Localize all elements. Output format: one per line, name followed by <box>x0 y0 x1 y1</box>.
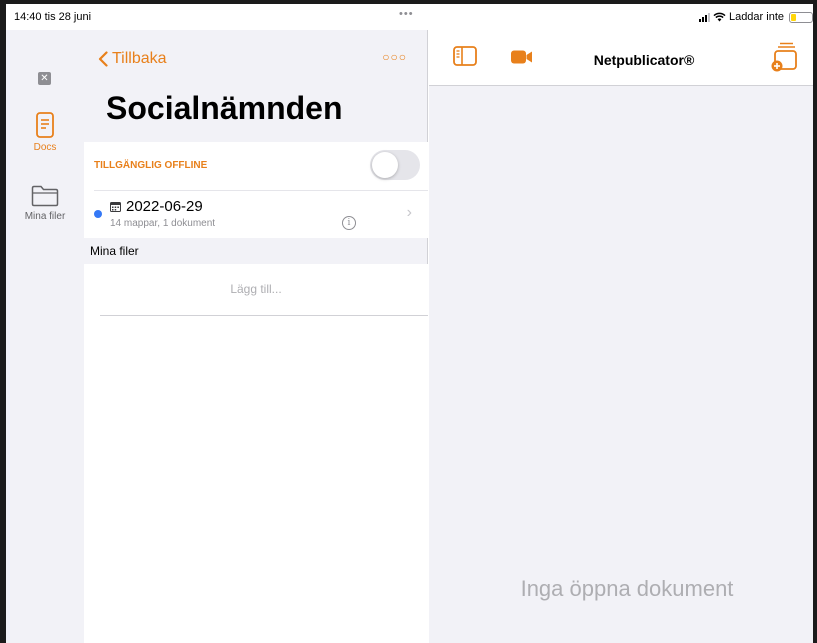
empty-state-message: Inga öppna dokument <box>520 576 734 601</box>
battery-status-label: Laddar inte <box>728 11 784 23</box>
chevron-right-icon: › <box>406 204 412 221</box>
meeting-row[interactable]: 2022-06-29 <box>110 198 203 215</box>
app-title: Netpublicator® <box>593 52 695 68</box>
committee-list-pane: Tillbaka ○○○ Socialnämnden TILLGÄNGLIG O… <box>84 30 428 643</box>
sidebar-item-mina-filer[interactable]: Mina filer <box>6 185 84 222</box>
multitasking-dots-icon[interactable]: ••• <box>399 8 414 20</box>
sidebar-item-label: Docs <box>33 142 57 153</box>
info-icon[interactable]: i <box>342 216 356 230</box>
close-icon[interactable]: ✕ <box>38 72 51 85</box>
offline-label: TILLGÄNGLIG OFFLINE <box>94 160 208 171</box>
committee-card: TILLGÄNGLIG OFFLINE 2022-06-29 14 mappar… <box>84 142 428 238</box>
back-button-label: Tillbaka <box>112 50 167 67</box>
calendar-icon <box>110 202 121 212</box>
sidebar-item-label: Mina filer <box>24 211 66 222</box>
more-options-icon[interactable]: ○○○ <box>382 50 407 64</box>
sidebar-item-docs[interactable]: Docs <box>6 112 84 153</box>
meeting-summary: 14 mappar, 1 dokument <box>110 218 216 229</box>
meeting-date: 2022-06-29 <box>126 198 203 215</box>
status-bar: 14:40 tis 28 juni ••• Laddar inte <box>6 4 813 30</box>
document-icon <box>36 112 54 138</box>
status-time-date: 14:40 tis 28 juni <box>14 11 92 23</box>
viewer-toolbar: Netpublicator® <box>429 30 813 86</box>
add-document-icon[interactable] <box>771 42 797 72</box>
status-indicators: Laddar inte <box>698 11 813 23</box>
add-file-label: Lägg till... <box>230 282 282 296</box>
document-viewer-pane: Netpublicator® Inga öppna dokument <box>429 30 813 643</box>
app-window: 14:40 tis 28 juni ••• Laddar inte ✕ Docs… <box>0 0 817 643</box>
my-files-section: Lägg till... <box>84 264 428 643</box>
back-button[interactable]: Tillbaka <box>98 50 167 68</box>
section-header-mina-filer: Mina filer <box>90 244 139 258</box>
add-file-button[interactable]: Lägg till... <box>100 264 428 316</box>
unread-dot <box>94 210 102 218</box>
divider <box>94 190 428 191</box>
folder-icon <box>31 185 59 207</box>
cellular-signal-icon <box>698 12 710 22</box>
battery-icon <box>789 11 813 23</box>
wifi-icon <box>713 12 726 22</box>
page-title: Socialnämnden <box>106 90 343 126</box>
offline-toggle[interactable] <box>370 150 420 180</box>
sidebar-rail: ✕ Docs Mina filer <box>6 30 84 643</box>
chevron-left-icon <box>98 51 108 67</box>
